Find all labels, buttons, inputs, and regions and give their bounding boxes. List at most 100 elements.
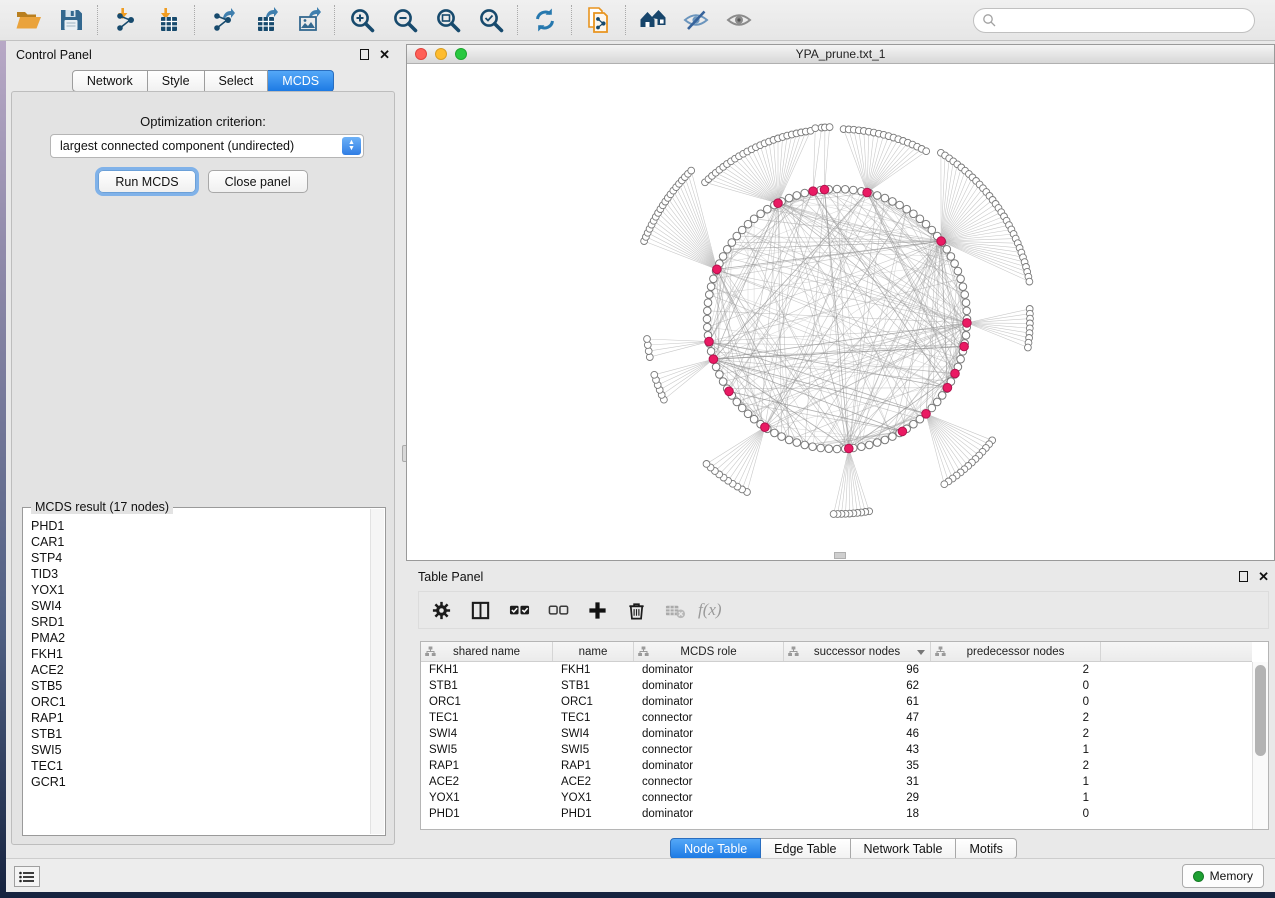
table-row[interactable]: RAP1RAP1dominator352 <box>421 758 1252 774</box>
network-node[interactable] <box>910 420 918 428</box>
network-node[interactable] <box>1025 344 1032 351</box>
network-node[interactable] <box>733 398 741 406</box>
houses-icon[interactable] <box>631 3 674 37</box>
import-table-icon[interactable] <box>146 3 189 37</box>
mcds-node[interactable] <box>960 342 969 351</box>
table-scrollbar[interactable] <box>1252 662 1268 829</box>
mcds-result-item[interactable]: YOX1 <box>31 582 367 598</box>
network-node[interactable] <box>764 205 772 213</box>
mcds-node[interactable] <box>845 444 854 453</box>
network-node[interactable] <box>963 307 971 315</box>
network-node[interactable] <box>954 267 962 275</box>
network-node[interactable] <box>704 323 712 331</box>
network-node[interactable] <box>719 378 727 386</box>
network-node[interactable] <box>716 371 724 379</box>
gear-icon[interactable] <box>425 595 457 625</box>
mcds-node[interactable] <box>951 369 960 378</box>
network-node[interactable] <box>962 332 970 340</box>
zoom-fit-icon[interactable] <box>426 3 469 37</box>
tab-node-table[interactable]: Node Table <box>670 838 761 859</box>
search-input[interactable] <box>973 8 1255 33</box>
network-node[interactable] <box>1026 278 1033 285</box>
export-network-icon[interactable] <box>200 3 243 37</box>
network-scroll-handle[interactable] <box>834 552 846 559</box>
float-panel-icon[interactable] <box>360 49 369 60</box>
network-node[interactable] <box>738 226 746 234</box>
tab-select[interactable]: Select <box>205 70 269 92</box>
network-node[interactable] <box>778 433 786 441</box>
network-node[interactable] <box>744 220 752 228</box>
table-scrollbar-thumb[interactable] <box>1255 665 1266 756</box>
network-node[interactable] <box>947 253 955 261</box>
network-node[interactable] <box>873 439 881 447</box>
network-node[interactable] <box>710 275 718 283</box>
network-node[interactable] <box>826 124 833 131</box>
export-table-icon[interactable] <box>243 3 286 37</box>
network-node[interactable] <box>850 186 858 194</box>
network-node[interactable] <box>941 481 948 488</box>
mcds-result-item[interactable]: SWI4 <box>31 598 367 614</box>
network-node[interactable] <box>873 192 881 200</box>
table-row[interactable]: SWI4SWI4dominator462 <box>421 726 1252 742</box>
network-node[interactable] <box>706 291 714 299</box>
network-node[interactable] <box>738 404 746 412</box>
network-node[interactable] <box>962 299 970 307</box>
mcds-node[interactable] <box>898 427 907 436</box>
network-node[interactable] <box>817 444 825 452</box>
network-node[interactable] <box>812 125 819 132</box>
network-canvas[interactable] <box>407 64 1274 560</box>
network-node[interactable] <box>881 436 889 444</box>
network-node[interactable] <box>723 246 731 254</box>
table-row[interactable]: TEC1TEC1connector472 <box>421 710 1252 726</box>
tab-network[interactable]: Network <box>72 70 148 92</box>
delete-icon[interactable] <box>620 595 652 625</box>
close-panel-icon[interactable]: ✕ <box>379 49 390 60</box>
network-node[interactable] <box>712 363 720 371</box>
network-node[interactable] <box>830 511 837 518</box>
mcds-result-item[interactable]: PMA2 <box>31 630 367 646</box>
mcds-node[interactable] <box>725 387 734 396</box>
mcds-result-item[interactable]: RAP1 <box>31 710 367 726</box>
network-node[interactable] <box>688 167 695 174</box>
network-node[interactable] <box>957 275 965 283</box>
network-node[interactable] <box>910 210 918 218</box>
network-node[interactable] <box>750 215 758 223</box>
mcds-node[interactable] <box>705 337 714 346</box>
network-node[interactable] <box>793 192 801 200</box>
network-node[interactable] <box>961 291 969 299</box>
mcds-result-item[interactable]: ACE2 <box>31 662 367 678</box>
clear-selection-icon[interactable] <box>542 595 574 625</box>
network-node[interactable] <box>858 443 866 451</box>
mcds-node[interactable] <box>774 199 783 208</box>
mcds-result-item[interactable]: TEC1 <box>31 758 367 774</box>
network-node[interactable] <box>707 348 715 356</box>
column-header-name[interactable]: name <box>553 642 634 661</box>
mcds-node[interactable] <box>963 319 972 328</box>
network-node[interactable] <box>771 429 779 437</box>
tab-motifs[interactable]: Motifs <box>956 838 1016 859</box>
console-button[interactable] <box>14 866 40 887</box>
show-details-eye-icon[interactable] <box>717 3 760 37</box>
network-node[interactable] <box>704 307 712 315</box>
network-node[interactable] <box>703 315 711 323</box>
table-row[interactable]: ORC1ORC1dominator610 <box>421 694 1252 710</box>
network-node[interactable] <box>719 253 727 261</box>
network-node[interactable] <box>938 392 946 400</box>
mcds-result-item[interactable]: SRD1 <box>31 614 367 630</box>
mcds-result-item[interactable]: FKH1 <box>31 646 367 662</box>
criterion-dropdown[interactable]: largest connected component (undirected)… <box>50 134 364 158</box>
mcds-result-item[interactable]: STB5 <box>31 678 367 694</box>
network-node[interactable] <box>825 445 833 453</box>
float-panel-icon[interactable] <box>1239 571 1248 582</box>
network-node[interactable] <box>733 232 741 240</box>
network-node[interactable] <box>801 441 809 449</box>
mcds-node[interactable] <box>709 355 718 364</box>
mcds-node[interactable] <box>943 383 952 392</box>
network-node[interactable] <box>957 355 965 363</box>
save-session-icon[interactable] <box>49 3 92 37</box>
network-node[interactable] <box>703 461 710 468</box>
table-row[interactable]: PHD1PHD1dominator180 <box>421 806 1252 822</box>
table-row[interactable]: SWI5SWI5connector431 <box>421 742 1252 758</box>
mcds-result-item[interactable]: CAR1 <box>31 534 367 550</box>
mcds-result-item[interactable]: ORC1 <box>31 694 367 710</box>
